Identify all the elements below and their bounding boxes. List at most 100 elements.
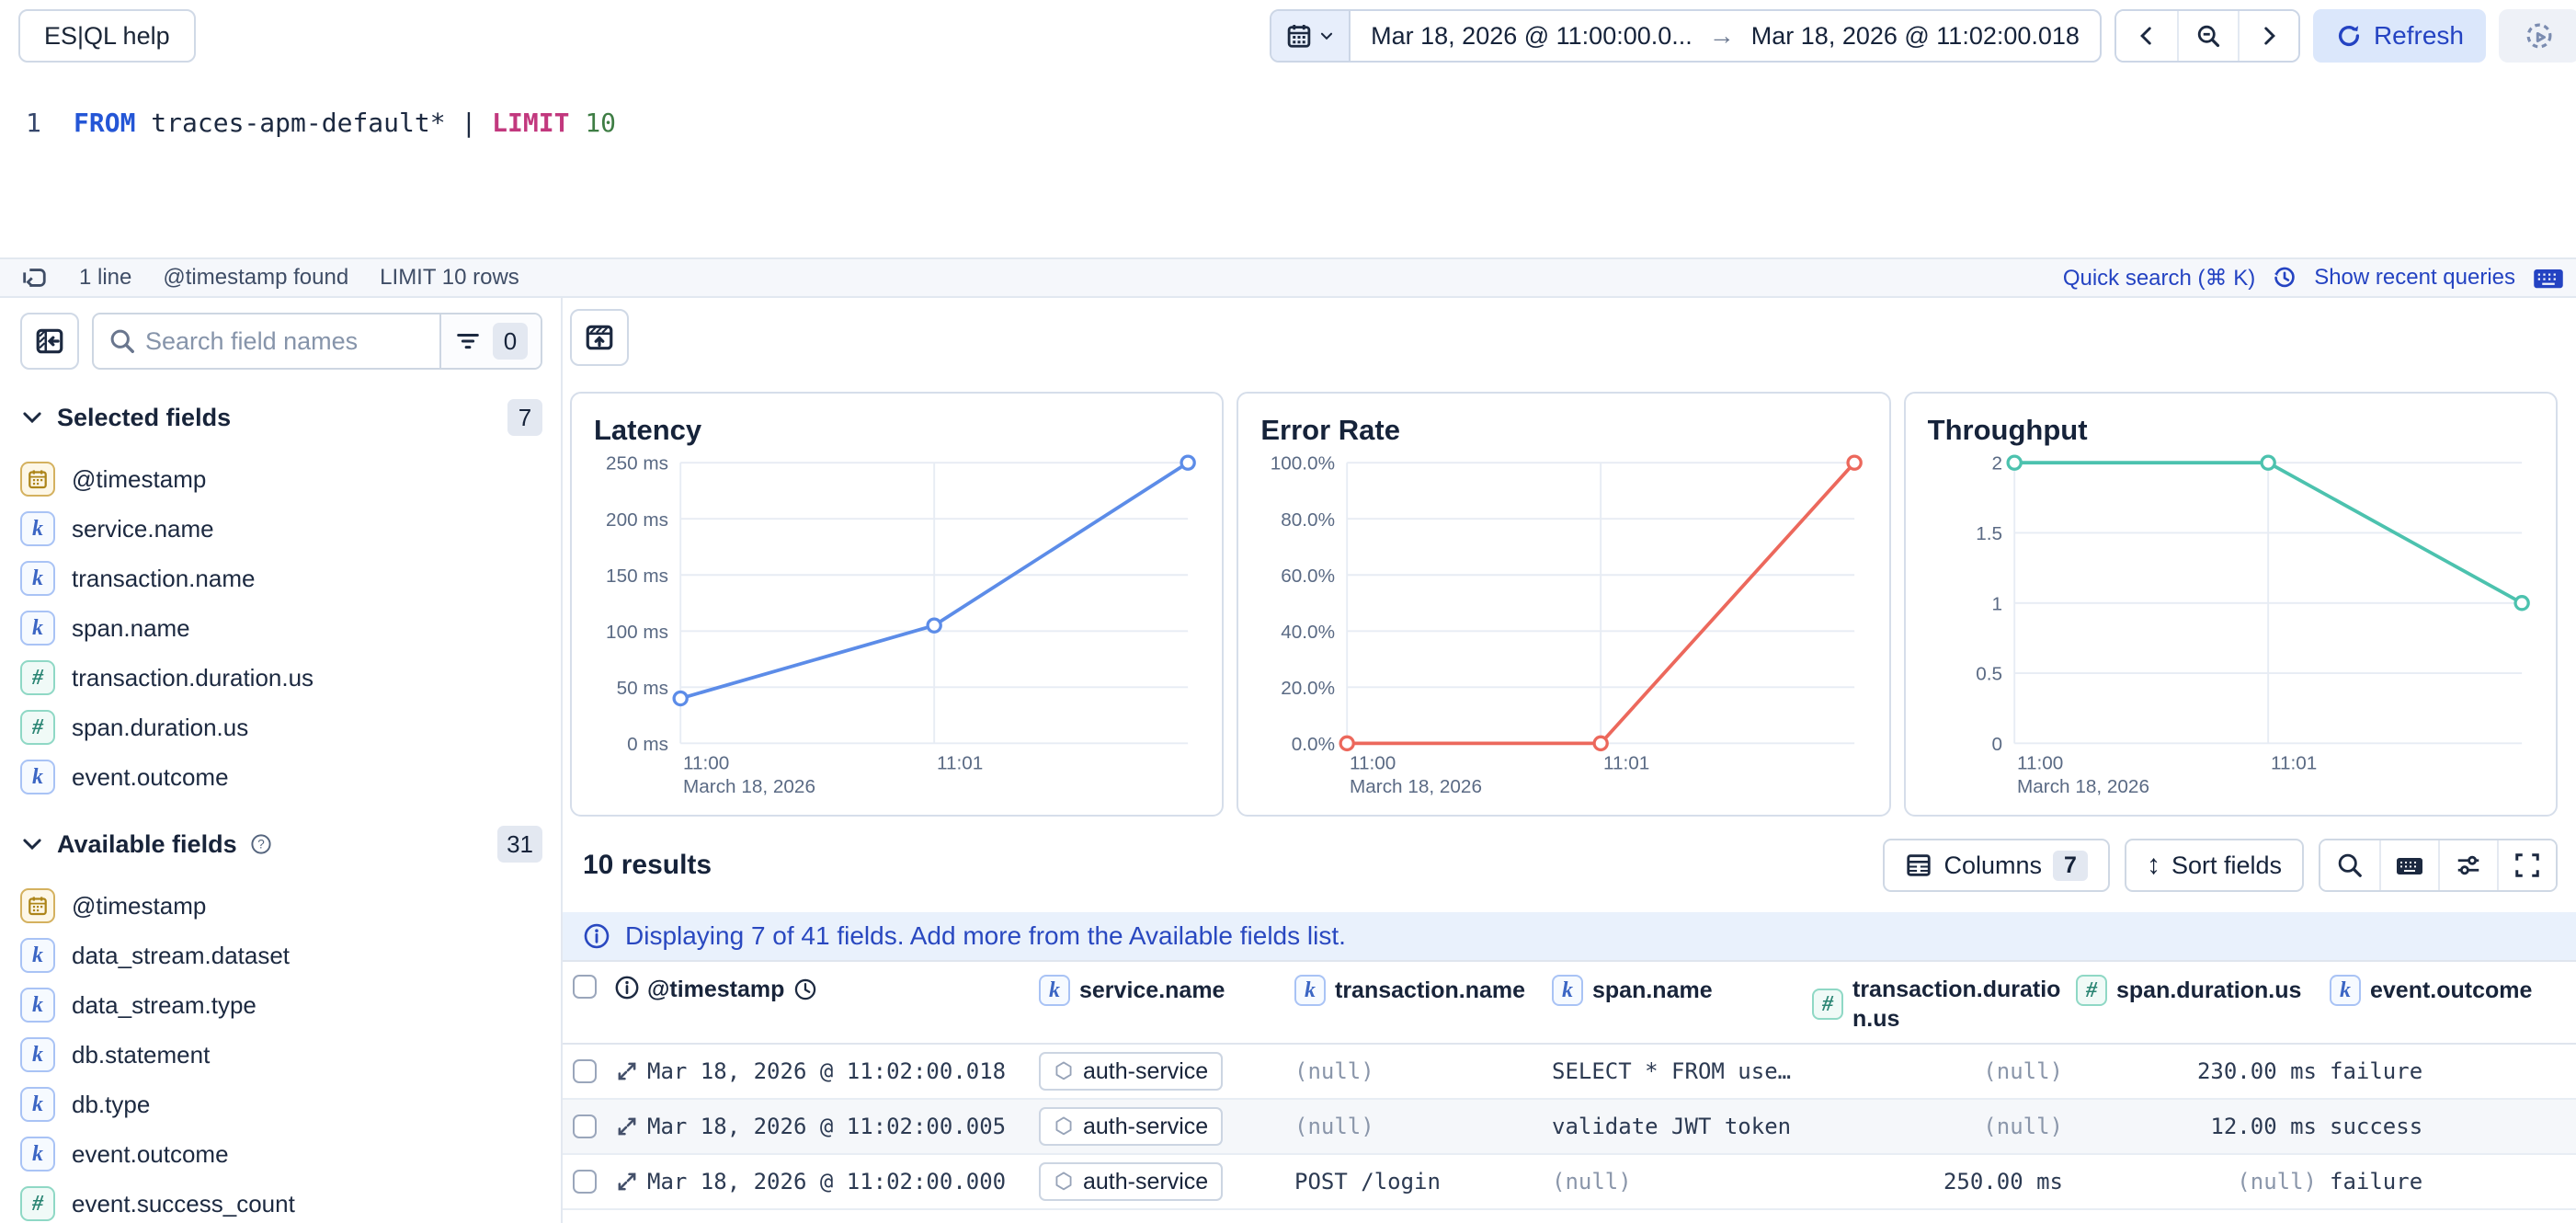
svg-text:150 ms: 150 ms	[606, 566, 668, 587]
table-search-button[interactable]	[2320, 840, 2379, 890]
recent-queries-link[interactable]: Show recent queries	[2314, 265, 2515, 291]
svg-text:20.0%: 20.0%	[1282, 678, 1336, 699]
quick-search-link[interactable]: Quick search (⌘ K)	[2063, 265, 2255, 291]
line-number: 1	[26, 107, 74, 140]
table-display-options-button[interactable]	[2438, 840, 2497, 890]
collapse-sidebar-icon	[34, 326, 65, 357]
fields-sidebar: 0 Selected fields 7 @timestamp k service…	[0, 298, 563, 1223]
cell-span-name: SELECT * FROM use…	[1552, 1058, 1812, 1084]
table-keyboard-button[interactable]	[2379, 840, 2438, 890]
query-line[interactable]: 1 FROM traces-apm-default* | LIMIT 10	[26, 107, 2576, 140]
field-search-input[interactable]	[145, 327, 439, 356]
field-item[interactable]: k service.name	[20, 504, 542, 554]
field-filter-button[interactable]: 0	[439, 314, 541, 368]
date-quick-select-button[interactable]	[1271, 11, 1351, 61]
date-start[interactable]: Mar 18, 2026 @ 11:00:00.0...	[1371, 22, 1693, 51]
svg-text:0.0%: 0.0%	[1292, 734, 1335, 755]
column-header-transaction-duration[interactable]: # transaction.duration.us	[1812, 975, 2076, 1034]
column-header-event-outcome[interactable]: k event.outcome	[2330, 975, 2576, 1006]
field-type-badge: k	[20, 611, 55, 646]
timestamp-status: @timestamp found	[163, 265, 348, 291]
cell-timestamp: Mar 18, 2026 @ 11:02:00.018	[647, 1058, 1039, 1084]
columns-button[interactable]: Columns 7	[1883, 839, 2109, 892]
refresh-label: Refresh	[2374, 21, 2464, 51]
filter-icon	[454, 327, 482, 355]
svg-text:250 ms: 250 ms	[606, 453, 668, 474]
row-checkbox[interactable]	[573, 1170, 597, 1194]
svg-text:0 ms: 0 ms	[627, 734, 668, 755]
wrap-icon[interactable]	[20, 264, 48, 291]
calendar-icon	[1285, 22, 1313, 50]
table-fullscreen-button[interactable]	[2497, 840, 2556, 890]
top-bar: ES|QL help Mar 18, 2026 @ 11:00:00.0... …	[0, 0, 2576, 72]
cell-event-outcome: failure	[2330, 1169, 2576, 1194]
field-item[interactable]: k db.type	[20, 1080, 542, 1129]
svg-text:11:00: 11:00	[2017, 753, 2063, 774]
field-item[interactable]: k event.outcome	[20, 752, 542, 802]
expand-icon[interactable]	[607, 1059, 647, 1083]
svg-text:11:01: 11:01	[1603, 753, 1649, 774]
field-item[interactable]: # event.success_count	[20, 1179, 542, 1223]
field-item[interactable]: k data_stream.type	[20, 980, 542, 1030]
field-item[interactable]: k db.statement	[20, 1030, 542, 1080]
service-badge[interactable]: auth-service	[1039, 1052, 1223, 1091]
field-type-badge: #	[2076, 975, 2107, 1006]
search-icon	[94, 327, 145, 355]
column-header-service-name[interactable]: k service.name	[1039, 975, 1294, 1006]
column-header-span-duration[interactable]: # span.duration.us	[2076, 975, 2330, 1006]
header-info-icon[interactable]	[607, 975, 647, 1000]
keyboard-icon[interactable]	[2532, 261, 2565, 294]
collapse-sidebar-button[interactable]	[20, 313, 79, 370]
service-badge[interactable]: auth-service	[1039, 1162, 1223, 1201]
query-text[interactable]: FROM traces-apm-default* | LIMIT 10	[74, 107, 616, 140]
esql-query-editor[interactable]: 1 FROM traces-apm-default* | LIMIT 10	[0, 72, 2576, 257]
time-next-button[interactable]	[2238, 11, 2298, 61]
svg-text:0: 0	[1991, 734, 2002, 755]
expand-icon[interactable]	[607, 1114, 647, 1138]
collapse-chart-button[interactable]	[570, 309, 629, 366]
column-header-span-name[interactable]: k span.name	[1552, 975, 1812, 1006]
expand-icon[interactable]	[607, 1170, 647, 1194]
field-item[interactable]: @timestamp	[20, 881, 542, 931]
time-prev-button[interactable]	[2116, 11, 2177, 61]
field-item[interactable]: k span.name	[20, 603, 542, 653]
column-header-transaction-name[interactable]: k transaction.name	[1294, 975, 1552, 1006]
hexagon-icon	[1054, 1115, 1074, 1137]
field-item[interactable]: k transaction.name	[20, 554, 542, 603]
field-type-badge: k	[20, 1137, 55, 1172]
fullscreen-icon	[2513, 852, 2541, 879]
field-item[interactable]: # transaction.duration.us	[20, 653, 542, 703]
cell-span-duration: (null)	[2076, 1169, 2330, 1194]
field-item[interactable]: # span.duration.us	[20, 703, 542, 752]
field-type-badge: k	[20, 511, 55, 546]
field-item[interactable]: @timestamp	[20, 454, 542, 504]
available-fields-count: 31	[497, 826, 542, 863]
column-header-timestamp[interactable]: @timestamp	[647, 975, 1039, 1004]
hexagon-icon	[1054, 1060, 1074, 1082]
row-checkbox[interactable]	[573, 1059, 597, 1083]
available-fields-header[interactable]: Available fields ? 31	[20, 826, 542, 863]
selected-fields-header[interactable]: Selected fields 7	[20, 399, 542, 436]
results-table: @timestamp k service.name k transaction.…	[563, 960, 2576, 1210]
date-range[interactable]: Mar 18, 2026 @ 11:00:00.0... → Mar 18, 2…	[1351, 11, 2100, 61]
sort-fields-button[interactable]: ↕ Sort fields	[2125, 839, 2304, 892]
background-search-button[interactable]	[2499, 9, 2576, 63]
clock-history-icon	[2272, 265, 2297, 291]
field-type-badge: #	[20, 710, 55, 745]
field-type-badge: #	[1812, 989, 1843, 1020]
table-row: Mar 18, 2026 @ 11:02:00.018 auth-service…	[563, 1045, 2576, 1100]
esql-help-button[interactable]: ES|QL help	[18, 9, 196, 63]
time-zoom-out-button[interactable]	[2177, 11, 2238, 61]
field-item[interactable]: k data_stream.dataset	[20, 931, 542, 980]
question-icon[interactable]: ?	[250, 833, 272, 855]
date-end[interactable]: Mar 18, 2026 @ 11:02:00.018	[1751, 22, 2080, 51]
service-badge[interactable]: auth-service	[1039, 1107, 1223, 1146]
row-checkbox[interactable]	[573, 1114, 597, 1138]
select-all-checkbox[interactable]	[573, 975, 597, 999]
svg-text:60.0%: 60.0%	[1282, 566, 1336, 587]
cell-timestamp: Mar 18, 2026 @ 11:02:00.000	[647, 1169, 1039, 1194]
zoom-out-icon	[2195, 23, 2221, 49]
field-item[interactable]: k event.outcome	[20, 1129, 542, 1179]
refresh-button[interactable]: Refresh	[2313, 9, 2486, 63]
table-row: Mar 18, 2026 @ 11:02:00.000 auth-service…	[563, 1155, 2576, 1210]
